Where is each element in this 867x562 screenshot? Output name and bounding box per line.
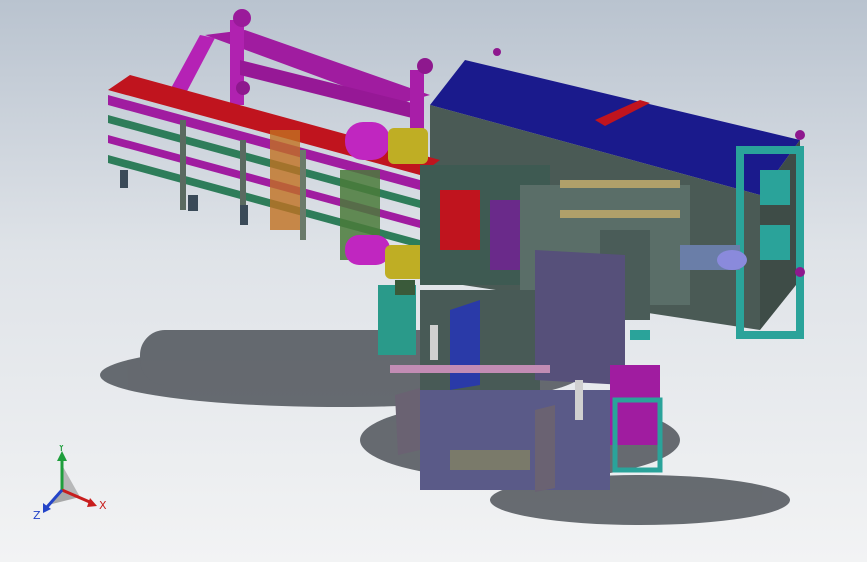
z-axis-label: Z: [33, 509, 41, 522]
xyz-axis-triad-icon: Y X Z: [33, 445, 107, 522]
model-viewport[interactable]: Y X Z: [0, 0, 867, 562]
x-axis-label: X: [99, 499, 107, 512]
x-axis-arrowhead: [87, 498, 97, 507]
cad-model-scene[interactable]: [0, 0, 867, 562]
y-axis-label: Y: [57, 445, 65, 454]
